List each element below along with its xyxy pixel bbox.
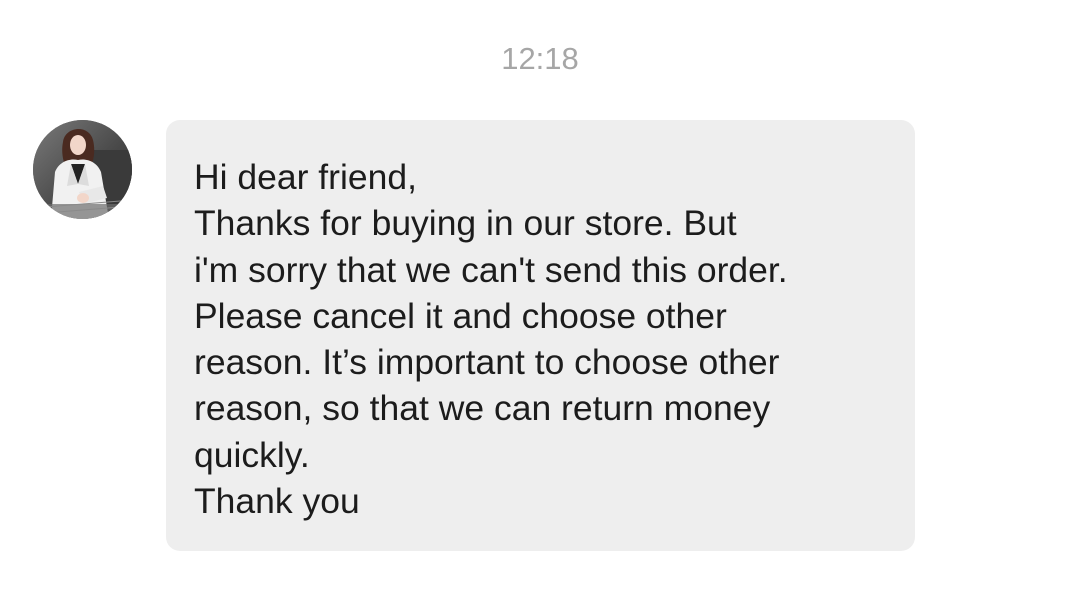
profile-photo-avatar-icon [33, 120, 132, 219]
message-line: i'm sorry that we can't send this order. [194, 249, 788, 290]
message-line: Hi dear friend, [194, 157, 417, 197]
message-bubble[interactable]: Hi dear friend, Thanks for buying in our… [166, 120, 915, 551]
message-line: Thank you [194, 481, 360, 522]
sender-avatar[interactable] [33, 120, 132, 219]
message-line: Thanks for buying in our store. But [194, 203, 737, 244]
message-line: reason. It’s important to choose other [194, 342, 780, 383]
message-line: quickly. [194, 434, 310, 475]
message-line: reason, so that we can return money [194, 388, 771, 429]
chat-screen: 12:18 Hi dear friend, Thanks for buying … [0, 0, 1080, 592]
message-line: Please cancel it and choose other [194, 295, 727, 336]
message-timestamp: 12:18 [501, 41, 579, 76]
